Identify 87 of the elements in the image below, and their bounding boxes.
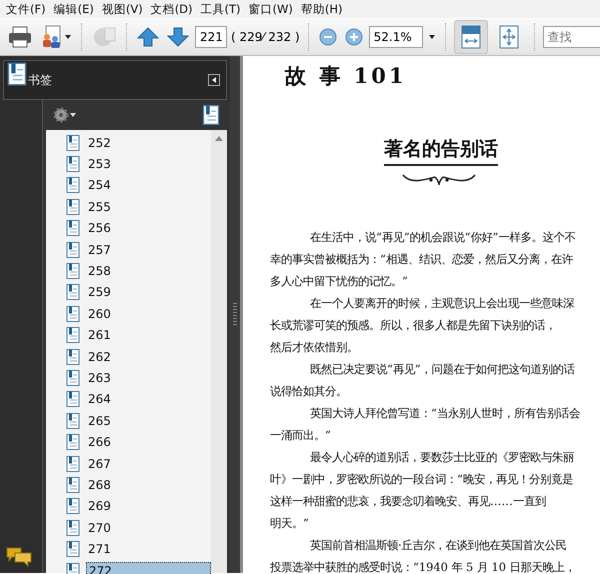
caret-icon (65, 34, 71, 38)
bookmark-icon (66, 242, 80, 258)
bookmark-icon (66, 156, 80, 172)
paragraph: 在生活中，说“再见”的机会跟说“你好”一样多。这个不 幸的事实曾被概括为：“相遇、结识、恋爱，然后又分离，在许 多人心中留下忧伤的记忆。” (270, 229, 576, 290)
caret-icon (70, 113, 76, 117)
bookmark-icon (66, 541, 80, 558)
paragraph: 英国前首相温斯顿·丘吉尔，在谈到他在英国首次公民 投票选举中获胜的感受时说：“1940 年 5 月 10 日那天晚上， (270, 537, 577, 573)
toolbar-button[interactable] (6, 24, 34, 50)
bookmark-item[interactable]: 263 (86, 370, 211, 386)
view-button[interactable] (454, 20, 488, 54)
bookmark-icon (66, 327, 80, 344)
page-number-field[interactable]: 221 (195, 26, 227, 48)
menu-item[interactable]: 窗口(W) (246, 2, 299, 16)
bookmark-icon (66, 498, 80, 514)
bookmark-item[interactable]: 252 (86, 134, 211, 151)
paragraph: 既然已决定要说“再见”，问题在于如何把这句道别的话 说得恰如其分。 (270, 361, 576, 400)
left-triangle-icon (212, 77, 216, 83)
bookmark-item[interactable]: 259 (86, 284, 211, 300)
menu-item[interactable]: 工具(T) (198, 2, 247, 16)
menu-item[interactable]: 文件(F) (4, 2, 52, 16)
bookmark-icon (66, 220, 80, 236)
bookmark-icon (66, 520, 80, 536)
page-count: ( 229⁄ 232 ) (231, 30, 300, 44)
speech-bubbles-icon (6, 547, 32, 567)
bookmark-item[interactable]: 271 (86, 541, 211, 558)
bookmark-export-button[interactable] (200, 103, 222, 127)
search-field[interactable]: 查找 (542, 26, 600, 48)
bookmark-icon (66, 370, 80, 386)
bookmark-icon (66, 348, 80, 365)
splitter-grip[interactable] (233, 302, 237, 326)
printer-icon (8, 26, 32, 48)
running-head: 故 事 101 (285, 62, 406, 90)
bookmark-item[interactable]: 268 (86, 476, 211, 493)
zoom-out-button[interactable] (316, 26, 339, 48)
bookmark-icon (66, 456, 80, 472)
zoom-in-button[interactable] (342, 26, 365, 48)
minus-icon (318, 28, 337, 46)
bookmark-icon (66, 412, 80, 429)
bookmark-icon (66, 476, 80, 493)
bookmark-item[interactable]: 258 (86, 263, 211, 280)
bookmark-item[interactable]: 262 (86, 348, 211, 365)
down-arrow-icon (167, 26, 189, 48)
options-button[interactable] (51, 105, 78, 125)
bookmark-item[interactable]: 256 (86, 220, 211, 236)
bookmark-item[interactable]: 264 (86, 391, 211, 408)
bookmark-icon (66, 134, 80, 151)
bookmark-icon (66, 177, 80, 194)
bookmark-item[interactable]: 266 (86, 434, 211, 450)
bookmark-item[interactable]: 257 (86, 242, 211, 258)
bookmark-item[interactable]: 254 (86, 177, 211, 194)
menu-item[interactable]: 编辑(E) (52, 2, 100, 16)
up-arrow-icon (137, 26, 159, 48)
bookmark-item[interactable]: 255 (86, 198, 211, 215)
panel-title: 书签 (28, 72, 53, 88)
plus-icon (344, 28, 363, 46)
bookmark-item[interactable]: 261 (86, 327, 211, 344)
collapse-button[interactable] (208, 74, 220, 86)
gear-icon (53, 107, 69, 123)
menu-item[interactable]: 帮助(H) (298, 2, 349, 16)
bookmark-item[interactable]: 265 (86, 412, 211, 429)
bookmark-icon (66, 198, 80, 215)
menu-item[interactable]: 文档(D) (148, 2, 199, 16)
bookmark-icon (66, 306, 80, 322)
menu-item[interactable]: 视图(V) (100, 2, 149, 16)
fit-page-icon (498, 24, 519, 48)
bookmark-icon (66, 284, 80, 300)
up-triangle-icon (215, 136, 223, 141)
chapter-title: 著名的告别话 (384, 136, 498, 166)
bookmark-item[interactable]: 267 (86, 456, 211, 472)
paragraph: 英国大诗人拜伦曾写道：“当永别人世时，所有告别话会 一涌而出。” (270, 405, 581, 444)
zoom-field[interactable]: 52.1% (368, 26, 423, 48)
caret-icon (428, 34, 435, 38)
bookmark-item[interactable]: 260 (86, 306, 211, 322)
bookmarks-tab[interactable] (6, 62, 28, 88)
fit-width-icon (460, 24, 481, 48)
bookmark-icon (66, 263, 80, 280)
bookmark-page-icon (7, 62, 27, 86)
globe-icon (92, 24, 116, 48)
zoom-dropdown-button[interactable] (426, 32, 437, 40)
paragraph: 最令人心碎的道别话，要数莎士比亚的《罗密欧与朱丽 叶》一剧中，罗密欧所说的一段台词：“晚安，再见！分别竟是 这样一种甜蜜的悲哀，我要念叨着晚安、再见……一直到 明天。” (270, 449, 575, 532)
paragraph: 在一个人要离开的时候，主观意识上会出现一些意味深 长或荒谬可笑的预感。所以，很多人都是先留下诀别的话， 然后才依依惜别。 (270, 295, 575, 356)
bookmark-item[interactable]: 270 (86, 520, 211, 536)
bookmark-icon (66, 391, 80, 408)
bookmark-item[interactable]: 269 (86, 498, 211, 514)
bookmark-icon (66, 434, 80, 450)
scrollbar[interactable] (211, 130, 227, 573)
bookmark-item[interactable]: 253 (86, 156, 211, 172)
